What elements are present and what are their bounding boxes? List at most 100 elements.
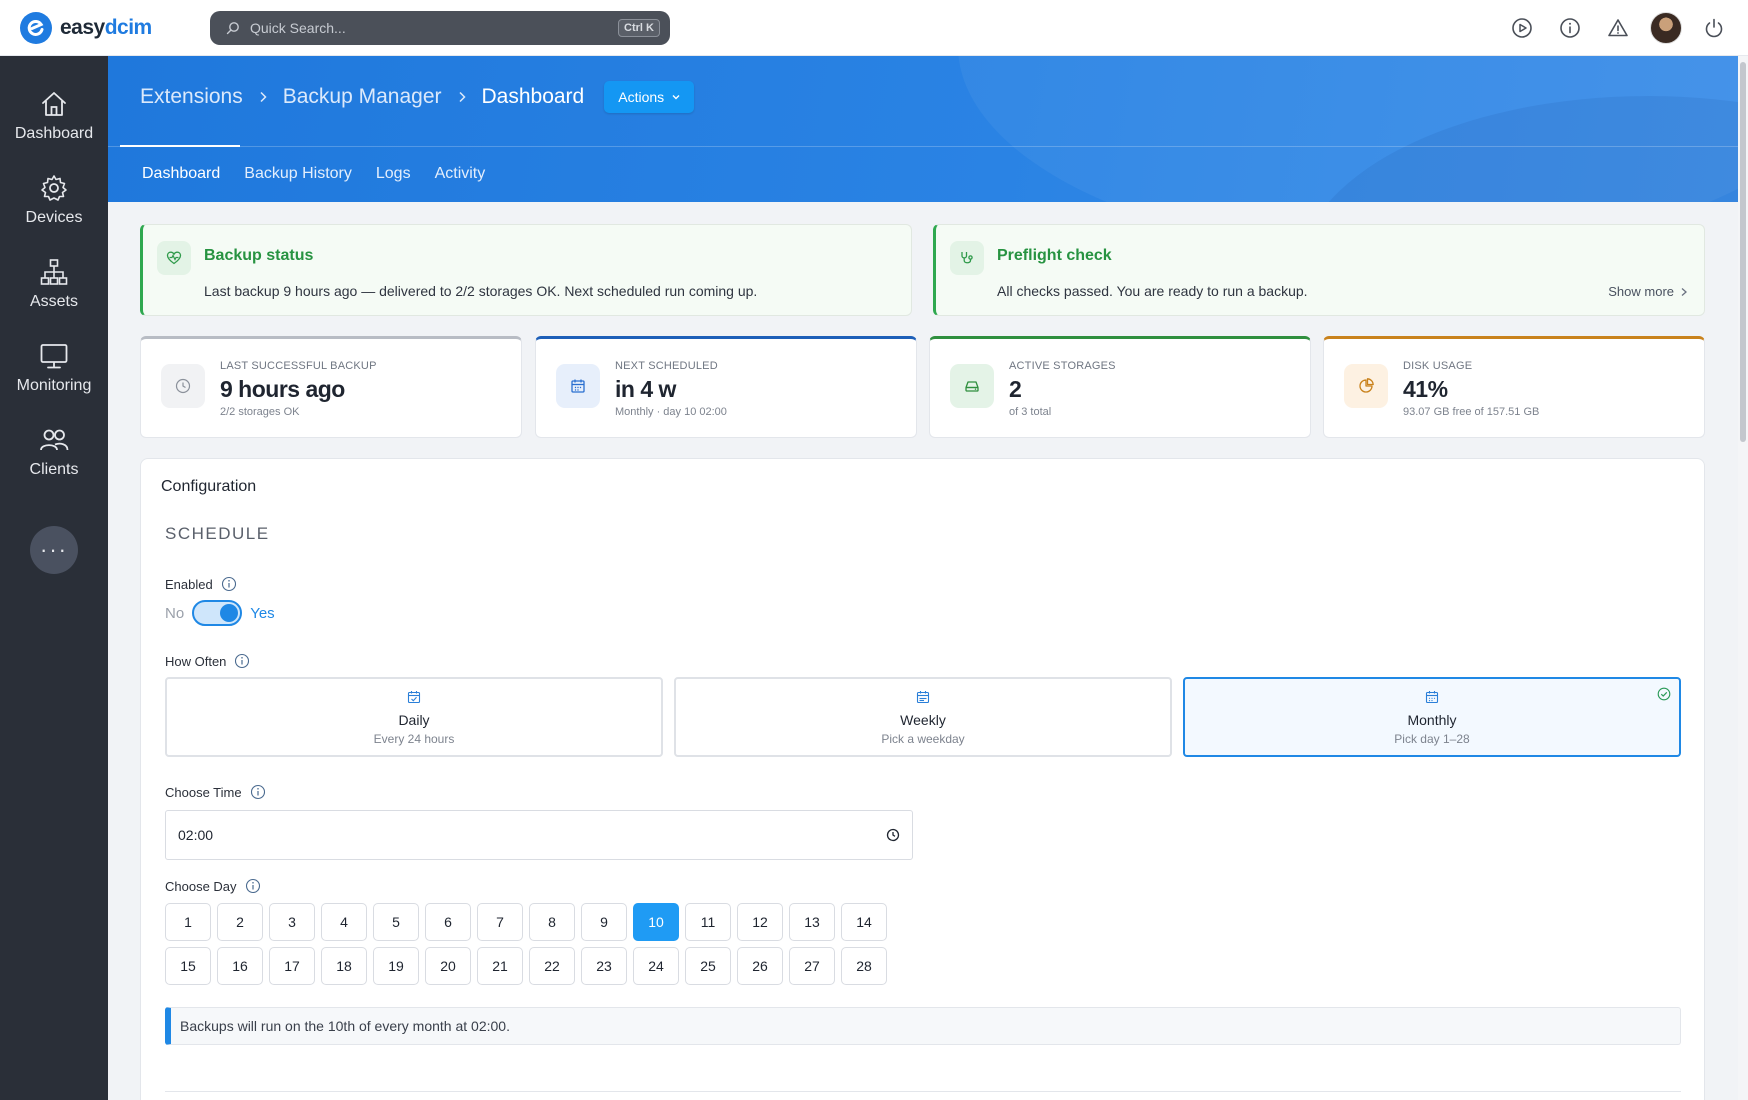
day-button-20[interactable]: 20 bbox=[425, 947, 471, 985]
frequency-title: Daily bbox=[398, 712, 430, 728]
search-icon bbox=[226, 22, 239, 35]
home-icon bbox=[42, 92, 66, 116]
breadcrumb: Extensions Backup Manager Dashboard Acti… bbox=[140, 81, 695, 113]
stat-card-next-scheduled: Next Scheduled in 4 w Monthly · day 10 0… bbox=[535, 336, 917, 438]
sidebar-item-monitoring[interactable]: Monitoring bbox=[0, 328, 108, 408]
stat-label: Disk Usage bbox=[1403, 360, 1473, 372]
choose-time-label: Choose Time bbox=[165, 784, 266, 800]
stat-label: Active Storages bbox=[1009, 360, 1116, 372]
info-icon[interactable] bbox=[250, 784, 266, 800]
top-bar: easydcim Ctrl K bbox=[0, 0, 1748, 56]
day-button-12[interactable]: 12 bbox=[737, 903, 783, 941]
search-input[interactable] bbox=[250, 20, 619, 36]
info-icon[interactable] bbox=[1554, 12, 1586, 44]
toggle-no-label: No bbox=[165, 604, 185, 622]
frequency-option-monthly[interactable]: Monthly Pick day 1–28 bbox=[1183, 677, 1681, 757]
day-button-16[interactable]: 16 bbox=[217, 947, 263, 985]
show-more-label: Show more bbox=[1608, 284, 1674, 299]
enabled-toggle[interactable] bbox=[192, 600, 243, 626]
show-more-link[interactable]: Show more bbox=[1608, 284, 1688, 299]
tab-activity[interactable]: Activity bbox=[423, 146, 498, 202]
chevron-down-icon bbox=[672, 95, 680, 100]
how-often-label: How Often bbox=[165, 653, 250, 669]
chevron-right-icon bbox=[1681, 287, 1687, 296]
page-title: Dashboard bbox=[481, 85, 585, 108]
sidebar-item-label: Monitoring bbox=[16, 377, 92, 394]
sidebar-item-devices[interactable]: Devices bbox=[0, 160, 108, 240]
choose-time-label-text: Choose Time bbox=[165, 784, 242, 800]
day-button-25[interactable]: 25 bbox=[685, 947, 731, 985]
breadcrumb-extensions[interactable]: Extensions bbox=[140, 85, 243, 109]
enabled-toggle-row: No Yes bbox=[165, 600, 275, 626]
play-circle-icon[interactable] bbox=[1506, 12, 1538, 44]
day-button-28[interactable]: 28 bbox=[841, 947, 887, 985]
day-button-13[interactable]: 13 bbox=[789, 903, 835, 941]
day-button-23[interactable]: 23 bbox=[581, 947, 627, 985]
scrollbar-thumb[interactable] bbox=[1740, 62, 1746, 442]
pie-chart-icon bbox=[1344, 364, 1388, 408]
toggle-yes-label: Yes bbox=[250, 604, 275, 622]
info-icon[interactable] bbox=[245, 878, 261, 894]
brand-logo[interactable]: easydcim bbox=[20, 12, 152, 44]
calendar-week-icon bbox=[916, 691, 930, 704]
tab-bar: Dashboard Backup History Logs Activity bbox=[119, 145, 498, 202]
check-circle-icon bbox=[1657, 687, 1671, 701]
gear-icon bbox=[41, 175, 67, 201]
frequency-option-daily[interactable]: Daily Every 24 hours bbox=[165, 677, 663, 757]
sidebar-item-dashboard[interactable]: Dashboard bbox=[0, 76, 108, 156]
hard-drive-icon bbox=[950, 364, 994, 408]
day-button-4[interactable]: 4 bbox=[321, 903, 367, 941]
day-button-6[interactable]: 6 bbox=[425, 903, 471, 941]
page-header: Extensions Backup Manager Dashboard Acti… bbox=[108, 56, 1738, 202]
day-button-17[interactable]: 17 bbox=[269, 947, 315, 985]
day-button-7[interactable]: 7 bbox=[477, 903, 523, 941]
day-button-26[interactable]: 26 bbox=[737, 947, 783, 985]
tab-backup-history[interactable]: Backup History bbox=[232, 146, 364, 202]
day-button-18[interactable]: 18 bbox=[321, 947, 367, 985]
stat-label: Next Scheduled bbox=[615, 360, 718, 372]
day-button-24[interactable]: 24 bbox=[633, 947, 679, 985]
day-button-27[interactable]: 27 bbox=[789, 947, 835, 985]
day-button-3[interactable]: 3 bbox=[269, 903, 315, 941]
tab-logs[interactable]: Logs bbox=[364, 146, 423, 202]
day-button-19[interactable]: 19 bbox=[373, 947, 419, 985]
sidebar-item-clients[interactable]: Clients bbox=[0, 412, 108, 492]
stat-sub: 2/2 storages OK bbox=[220, 406, 300, 418]
day-button-15[interactable]: 15 bbox=[165, 947, 211, 985]
info-icon[interactable] bbox=[221, 576, 237, 592]
frequency-sub: Pick a weekday bbox=[881, 732, 965, 746]
users-icon bbox=[40, 429, 69, 451]
day-button-9[interactable]: 9 bbox=[581, 903, 627, 941]
day-button-10[interactable]: 10 bbox=[633, 903, 679, 941]
day-button-2[interactable]: 2 bbox=[217, 903, 263, 941]
time-input[interactable]: 02:00 bbox=[165, 810, 913, 860]
tab-dashboard[interactable]: Dashboard bbox=[119, 145, 241, 202]
day-button-21[interactable]: 21 bbox=[477, 947, 523, 985]
sidebar-item-assets[interactable]: Assets bbox=[0, 244, 108, 324]
day-button-11[interactable]: 11 bbox=[685, 903, 731, 941]
quick-search[interactable]: Ctrl K bbox=[210, 11, 670, 45]
actions-dropdown-button[interactable]: Actions bbox=[604, 81, 695, 113]
preflight-check-text: All checks passed. You are ready to run … bbox=[997, 283, 1308, 299]
day-button-14[interactable]: 14 bbox=[841, 903, 887, 941]
breadcrumb-backup-manager[interactable]: Backup Manager bbox=[283, 85, 442, 109]
day-button-22[interactable]: 22 bbox=[529, 947, 575, 985]
enabled-label-text: Enabled bbox=[165, 576, 213, 592]
day-button-1[interactable]: 1 bbox=[165, 903, 211, 941]
chevron-right-icon bbox=[260, 91, 267, 103]
day-button-5[interactable]: 5 bbox=[373, 903, 419, 941]
avatar[interactable] bbox=[1650, 12, 1682, 44]
info-icon[interactable] bbox=[234, 653, 250, 669]
stat-label: Last Successful Backup bbox=[220, 360, 377, 372]
clock-icon[interactable] bbox=[886, 828, 900, 842]
stat-value: 41% bbox=[1403, 376, 1448, 402]
day-button-8[interactable]: 8 bbox=[529, 903, 575, 941]
warning-icon[interactable] bbox=[1602, 12, 1634, 44]
frequency-option-weekly[interactable]: Weekly Pick a weekday bbox=[674, 677, 1172, 757]
power-icon[interactable] bbox=[1698, 12, 1730, 44]
calendar-month-icon bbox=[1425, 691, 1439, 704]
scrollbar[interactable] bbox=[1738, 56, 1748, 1100]
stat-card-active-storages: Active Storages 2 of 3 total bbox=[929, 336, 1311, 438]
more-menu-button[interactable]: ··· bbox=[30, 526, 78, 574]
configuration-title: Configuration bbox=[161, 478, 257, 495]
